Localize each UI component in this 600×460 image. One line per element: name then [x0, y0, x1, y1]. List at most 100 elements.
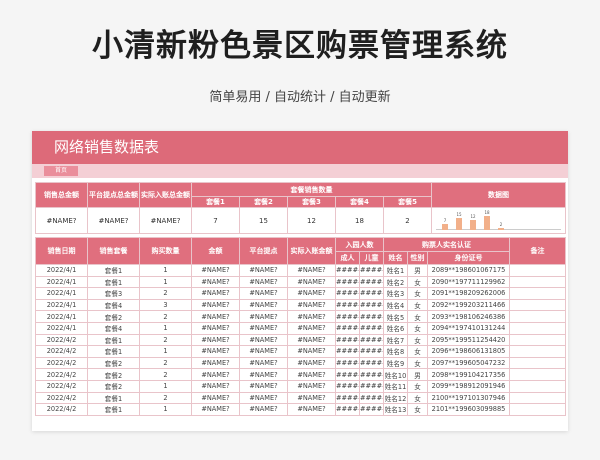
table-row[interactable]: 2022/4/2套餐12#NAME?#NAME?#NAME?##########…: [35, 391, 567, 405]
cell-child[interactable]: ######: [359, 379, 384, 393]
cell-remark[interactable]: [509, 391, 567, 405]
cell-platform[interactable]: #NAME?: [239, 321, 288, 335]
cell-adult[interactable]: ######: [335, 275, 360, 289]
cell-date[interactable]: 2022/4/2: [35, 368, 88, 381]
cell-platform[interactable]: #NAME?: [239, 287, 288, 300]
cell-platform[interactable]: #NAME?: [239, 264, 288, 277]
cell-child[interactable]: ######: [359, 287, 384, 300]
cell-id[interactable]: 2095**199511254420: [426, 333, 511, 347]
tab-home[interactable]: 首页: [44, 166, 78, 176]
cell-amount[interactable]: #NAME?: [191, 356, 240, 370]
cell-date[interactable]: 2022/4/1: [35, 264, 88, 277]
cell-package-3-count[interactable]: 12: [287, 207, 336, 234]
cell-remark[interactable]: [509, 275, 567, 289]
cell-remark[interactable]: [509, 264, 567, 277]
cell-date[interactable]: 2022/4/1: [35, 298, 88, 312]
cell-actual[interactable]: #NAME?: [287, 333, 336, 347]
cell-adult[interactable]: ######: [335, 287, 360, 300]
cell-package-5-count[interactable]: 2: [382, 207, 433, 234]
cell-child[interactable]: ######: [359, 403, 384, 416]
cell-child[interactable]: ######: [359, 333, 384, 347]
cell-date[interactable]: 2022/4/1: [35, 287, 88, 300]
cell-platform[interactable]: #NAME?: [239, 368, 288, 381]
cell-actual[interactable]: #NAME?: [287, 345, 336, 358]
cell-amount[interactable]: #NAME?: [191, 310, 240, 323]
cell-name[interactable]: 姓名5: [383, 310, 408, 323]
cell-package-1-count[interactable]: 7: [191, 207, 240, 234]
cell-gender[interactable]: 女: [407, 379, 428, 393]
cell-gender[interactable]: 女: [407, 403, 428, 416]
cell-id[interactable]: 2089**198601067175: [426, 264, 511, 277]
cell-name[interactable]: 姓名9: [383, 356, 408, 370]
cell-qty[interactable]: 1: [139, 379, 192, 393]
cell-name[interactable]: 姓名8: [383, 345, 408, 358]
cell-amount[interactable]: #NAME?: [191, 391, 240, 405]
cell-name[interactable]: 姓名12: [383, 391, 408, 405]
cell-adult[interactable]: ######: [335, 298, 360, 312]
cell-actual[interactable]: #NAME?: [287, 356, 336, 370]
cell-adult[interactable]: ######: [335, 356, 360, 370]
cell-date[interactable]: 2022/4/1: [35, 275, 88, 289]
cell-amount[interactable]: #NAME?: [191, 321, 240, 335]
cell-name[interactable]: 姓名3: [383, 287, 408, 300]
cell-id[interactable]: 2100**197101307946: [426, 391, 511, 405]
cell-child[interactable]: ######: [359, 368, 384, 381]
cell-package[interactable]: 套餐2: [87, 356, 140, 370]
cell-gender[interactable]: 女: [407, 298, 428, 312]
cell-child[interactable]: ######: [359, 391, 384, 405]
cell-package[interactable]: 套餐1: [87, 275, 140, 289]
cell-platform[interactable]: #NAME?: [239, 391, 288, 405]
cell-qty[interactable]: 1: [139, 275, 192, 289]
table-row[interactable]: 2022/4/1套餐11#NAME?#NAME?#NAME?##########…: [35, 264, 567, 277]
cell-package[interactable]: 套餐1: [87, 403, 140, 416]
cell-gender[interactable]: 女: [407, 310, 428, 323]
cell-adult[interactable]: ######: [335, 321, 360, 335]
table-row[interactable]: 2022/4/1套餐11#NAME?#NAME?#NAME?##########…: [35, 275, 567, 289]
cell-id[interactable]: 2098**199104217356: [426, 368, 511, 381]
cell-amount[interactable]: #NAME?: [191, 379, 240, 393]
cell-date[interactable]: 2022/4/2: [35, 379, 88, 393]
cell-name[interactable]: 姓名6: [383, 321, 408, 335]
cell-actual[interactable]: #NAME?: [287, 310, 336, 323]
cell-qty[interactable]: 3: [139, 298, 192, 312]
cell-id[interactable]: 2094**197410131244: [426, 321, 511, 335]
cell-adult[interactable]: ######: [335, 391, 360, 405]
cell-child[interactable]: ######: [359, 275, 384, 289]
cell-qty[interactable]: 2: [139, 391, 192, 405]
cell-qty[interactable]: 1: [139, 403, 192, 416]
cell-amount[interactable]: #NAME?: [191, 287, 240, 300]
cell-gender[interactable]: 男: [407, 368, 428, 381]
table-row[interactable]: 2022/4/2套餐11#NAME?#NAME?#NAME?##########…: [35, 345, 567, 358]
cell-id[interactable]: 2091**198209262006: [426, 287, 511, 300]
cell-platform[interactable]: #NAME?: [239, 345, 288, 358]
cell-name[interactable]: 姓名1: [383, 264, 408, 277]
cell-qty[interactable]: 1: [139, 321, 192, 335]
cell-date[interactable]: 2022/4/2: [35, 345, 88, 358]
cell-package[interactable]: 套餐2: [87, 310, 140, 323]
cell-qty[interactable]: 2: [139, 287, 192, 300]
table-row[interactable]: 2022/4/2套餐11#NAME?#NAME?#NAME?##########…: [35, 403, 567, 416]
cell-actual[interactable]: #NAME?: [287, 298, 336, 312]
cell-name[interactable]: 姓名4: [383, 298, 408, 312]
cell-amount[interactable]: #NAME?: [191, 368, 240, 381]
cell-amount[interactable]: #NAME?: [191, 333, 240, 347]
cell-date[interactable]: 2022/4/1: [35, 321, 88, 335]
cell-qty[interactable]: 2: [139, 310, 192, 323]
cell-name[interactable]: 姓名7: [383, 333, 408, 347]
table-row[interactable]: 2022/4/1套餐41#NAME?#NAME?#NAME?##########…: [35, 321, 567, 335]
cell-actual[interactable]: #NAME?: [287, 321, 336, 335]
cell-remark[interactable]: [509, 356, 567, 370]
table-row[interactable]: 2022/4/2套餐12#NAME?#NAME?#NAME?##########…: [35, 333, 567, 347]
cell-date[interactable]: 2022/4/2: [35, 391, 88, 405]
cell-remark[interactable]: [509, 379, 567, 393]
cell-adult[interactable]: ######: [335, 333, 360, 347]
cell-remark[interactable]: [509, 287, 567, 300]
cell-name[interactable]: 姓名2: [383, 275, 408, 289]
cell-platform-fee[interactable]: #NAME?: [87, 207, 140, 234]
table-row[interactable]: 2022/4/2套餐22#NAME?#NAME?#NAME?##########…: [35, 356, 567, 370]
cell-date[interactable]: 2022/4/2: [35, 356, 88, 370]
cell-name[interactable]: 姓名11: [383, 379, 408, 393]
cell-total-sales[interactable]: #NAME?: [35, 207, 88, 234]
cell-actual[interactable]: #NAME?: [287, 275, 336, 289]
cell-gender[interactable]: 女: [407, 345, 428, 358]
